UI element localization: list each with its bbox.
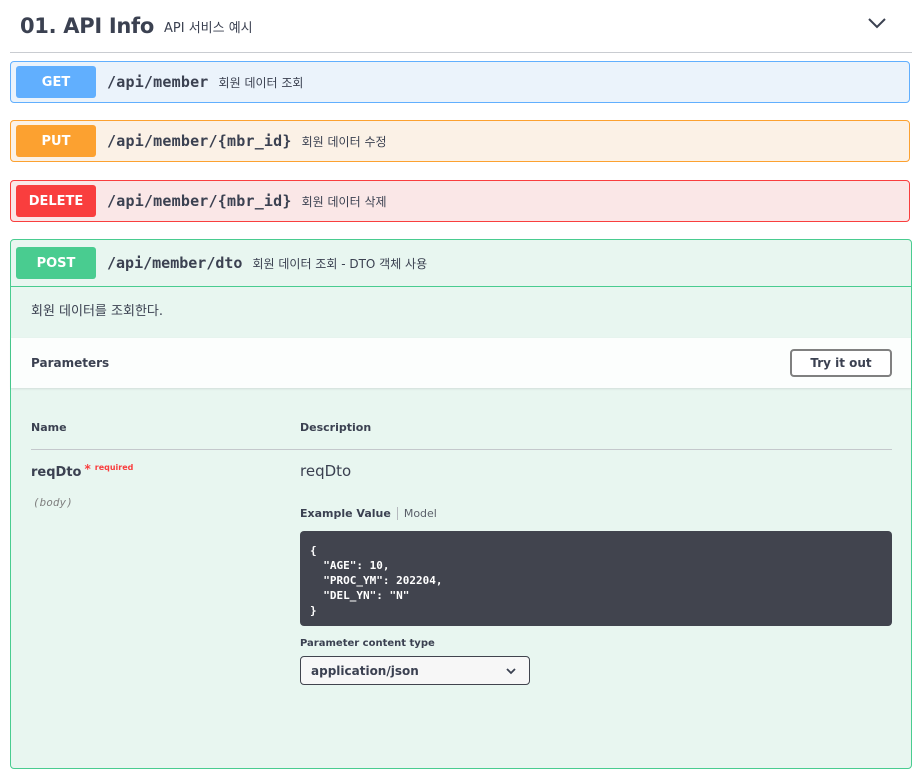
operation-summary: 회원 데이터 조회 [218,75,304,90]
tag-description: API 서비스 예시 [164,20,253,36]
method-badge: PUT [16,125,96,157]
operation-post-member-dto: POST /api/member/dto 회원 데이터 조회 - DTO 객체 … [10,239,912,769]
chevron-down-icon [506,668,516,675]
chevron-down-icon[interactable] [866,12,888,34]
example-code-block: { "AGE": 10, "PROC_YM": 202204, "DEL_YN"… [300,531,892,626]
parameter-location: (body) [33,496,73,509]
operation-path: /api/member/{mbr_id} [107,192,292,210]
operation-description: 회원 데이터를 조회한다. [31,304,163,319]
required-label: required [94,463,134,472]
operation-header[interactable]: POST /api/member/dto 회원 데이터 조회 - DTO 객체 … [11,240,911,287]
column-header-name: Name [31,421,67,434]
operation-path: /api/member/dto [107,254,243,272]
operation-path: /api/member [107,73,209,91]
tag-header[interactable]: 01. API Info API 서비스 예시 [10,0,912,53]
column-header-description: Description [300,421,372,434]
try-it-out-button[interactable]: Try it out [790,349,892,377]
parameters-title: Parameters [31,356,110,370]
parameter-name-text: reqDto [31,465,82,480]
content-type-value: application/json [311,663,419,678]
method-badge: DELETE [16,185,96,217]
parameters-header: Parameters Try it out [11,338,911,388]
operation-summary: 회원 데이터 수정 [301,134,387,149]
content-type-label: Parameter content type [300,638,435,649]
parameter-description: reqDto [300,462,352,480]
tab-model[interactable]: Model [398,507,437,520]
tag-title: 01. API Info [20,14,155,38]
operation-summary: 회원 데이터 조회 - DTO 객체 사용 [252,256,428,271]
operation-summary: 회원 데이터 삭제 [301,194,387,209]
operation-delete-member[interactable]: DELETE /api/member/{mbr_id} 회원 데이터 삭제 [10,180,910,222]
operation-path: /api/member/{mbr_id} [107,132,292,150]
operation-put-member[interactable]: PUT /api/member/{mbr_id} 회원 데이터 수정 [10,120,910,162]
header-divider [31,449,892,450]
operation-get-member[interactable]: GET /api/member 회원 데이터 조회 [10,61,910,103]
method-badge: POST [16,247,96,279]
parameter-name: reqDto * required [31,462,134,480]
example-model-tabs: Example Value Model [300,502,437,524]
method-badge: GET [16,66,96,98]
tab-example-value[interactable]: Example Value [300,506,398,520]
required-star: * [84,462,91,476]
content-type-select[interactable]: application/json [300,656,530,685]
